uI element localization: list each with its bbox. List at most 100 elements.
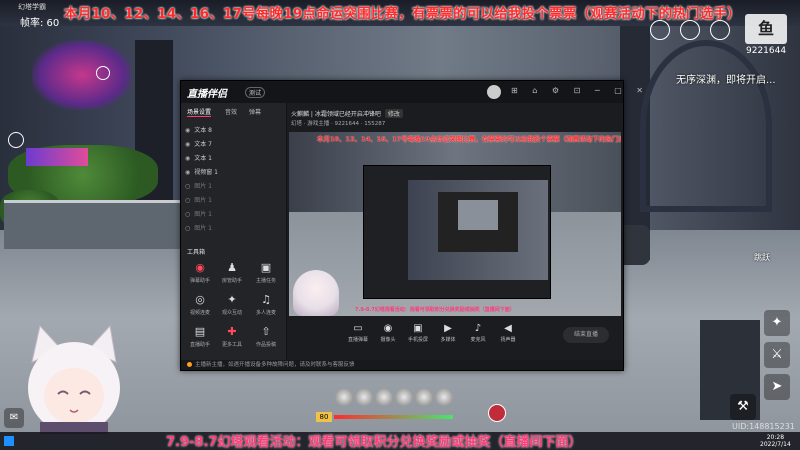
game-tab-label: 幻塔学霸 [18,3,46,11]
upload-icon: ⇧ [261,325,271,338]
top-marquee-banner: 本月10、12、14、16、17号每晚19点命运突围比赛，有票票的可以给我投个票… [64,6,741,22]
game-topleft: 幻塔学霸 帧率: 60 [0,0,60,30]
window-controls[interactable]: ⊞ ⌂ ⚙ ⊡ ─ ▢ ✕ [511,86,649,95]
tool-label: 作品投稿 [255,342,276,348]
eye-icon[interactable]: ○ [185,211,190,218]
layer-label: 图片 1 [194,183,212,190]
eye-icon[interactable]: ◉ [185,141,190,148]
clock-date: 2022/7/14 [760,441,791,448]
layer-item[interactable]: ○ 图片 1 [185,195,212,205]
stream-preview[interactable]: 本月10、12、14、16、17号每晚19点命运突围比赛，有票票的可以给我投个票… [289,132,621,316]
tool-label: 房管助手 [221,278,242,284]
hotbar-slot[interactable] [375,388,393,406]
layer-label: 图片 1 [194,197,212,204]
nested-preview [408,180,548,280]
vtuber-avatar [28,324,120,434]
nested-preview [438,192,518,252]
hotbar-slot[interactable] [335,388,353,406]
eye-icon[interactable]: ○ [185,225,190,232]
tool-tasks[interactable]: ▣ 主播任务 [253,261,279,289]
tool-label: 弹幕助手 [189,278,210,284]
speaker-icon: ◀ [504,323,512,334]
layer-item[interactable]: ○ 图片 1 [185,181,212,191]
player-uid: UID:148815231 [732,422,795,431]
skill-icon[interactable]: ✦ [764,310,790,336]
layer-item[interactable]: ○ 图片 1 [185,223,212,233]
dodge-icon[interactable]: ➤ [764,374,790,400]
end-live-button[interactable]: 结束直播 [563,327,609,343]
gear-icon[interactable] [8,132,24,148]
tool-video-link[interactable]: ◎ 视频连麦 [187,293,213,321]
tool-room-admin[interactable]: ♟ 房管助手 [219,261,245,289]
layer-item[interactable]: ◉ 视频窗 1 [185,167,218,177]
layer-item[interactable]: ◉ 文本 1 [185,153,212,163]
bottom-toolbar: ▭ 直播弹幕 ◉ 摄像头 ▣ 手机投屏 ▶ 多媒体 ♪ 麦克风 ◀ 扬声器 结束直播 [289,319,621,353]
app-logo-badge: 测试 [245,87,266,98]
tool-label: 主播任务 [255,278,276,284]
scene-panel: 场景设置 音效 弹幕 ◉ 文本 8 ◉ 文本 7 ◉ 文本 1 ◉ 视频窗 1 ○ 图片 … [181,103,287,360]
tool-label: 更多工具 [221,342,242,348]
menu-icon[interactable] [710,20,730,40]
media-button[interactable]: ▶ 多媒体 [433,323,463,343]
preview-banner: 本月10、12、14、16、17号每晚19点命运突围比赛，有票票的可以给我投个票… [317,135,621,143]
layer-item[interactable]: ◉ 文本 7 [185,139,212,149]
hotbar-slot[interactable] [355,388,373,406]
toolbox-title: 工具箱 [187,249,206,256]
tab-danmaku[interactable]: 弹幕 [249,107,261,116]
tool-upload[interactable]: ⇧ 作品投稿 [253,325,279,353]
potion-icon[interactable] [488,404,506,422]
button-label: 麦克风 [470,337,486,343]
windows-start-icon[interactable] [4,436,14,446]
sparkle-icon: ✦ [227,293,237,306]
jump-label: 跳跃 [754,253,770,262]
preview-bottom-banner: 7.9-8.7幻塔观看活动：观看可领取积分兑换奖励或抽奖（直播间下面） [355,307,515,313]
eye-icon[interactable]: ◉ [185,155,190,162]
eye-icon[interactable]: ◉ [185,127,190,134]
room-id: 9221644 [746,46,787,56]
bag-icon[interactable] [680,20,700,40]
eye-icon[interactable]: ○ [185,197,190,204]
hotbar-slot[interactable] [435,388,453,406]
health-bar: 80 [316,412,476,422]
user-avatar[interactable] [487,85,501,99]
layer-label: 文本 1 [194,155,212,162]
nested-preview [458,200,498,230]
scene-planter [4,200,180,249]
danmaku-button[interactable]: ▭ 直播弹幕 [343,323,373,343]
health-value: 80 [316,412,332,422]
hotbar-slot[interactable] [395,388,413,406]
live-companion-window[interactable]: 直播伴侣 测试 ⊞ ⌂ ⚙ ⊡ ─ ▢ ✕ 场景设置 音效 弹幕 ◉ 文本 8 ◉… [180,80,643,371]
helper-icon: ▤ [194,325,206,338]
tab-audio[interactable]: 音效 [225,107,237,116]
camera-button[interactable]: ◉ 摄像头 [373,323,403,343]
play-icon: ▶ [444,323,452,334]
tool-interaction[interactable]: ✦ 观众互动 [219,293,245,321]
hotbar-slot[interactable] [415,388,433,406]
layer-item[interactable]: ○ 图片 1 [185,209,212,219]
layer-item[interactable]: ◉ 文本 8 [185,125,212,135]
microphone-button[interactable]: ♪ 麦克风 [463,323,493,343]
tool-multi-link[interactable]: ♫ 多人连麦 [253,293,279,321]
stream-title-text: 火麒麟 | 冰霜领域已经开启冲锋吧 [291,111,381,118]
button-label: 摄像头 [380,337,396,343]
button-label: 手机投屏 [407,337,428,343]
button-label: 直播弹幕 [347,337,368,343]
edit-title-button[interactable]: 修改 [384,109,403,118]
weapon-icon[interactable]: ⚒ [730,394,756,420]
layer-label: 视频窗 1 [194,169,218,176]
sun-icon [96,66,110,80]
tool-more[interactable]: ✚ 更多工具 [219,325,245,353]
app-titlebar: 直播伴侣 测试 ⊞ ⌂ ⚙ ⊡ ─ ▢ ✕ [181,81,643,103]
phone-cast-button[interactable]: ▣ 手机投屏 [403,323,433,343]
tool-live-helper[interactable]: ▤ 直播助手 [187,325,213,353]
map-icon[interactable] [650,20,670,40]
attack-icon[interactable]: ⚔ [764,342,790,368]
eye-icon[interactable]: ○ [185,183,190,190]
layer-label: 图片 1 [194,211,212,218]
button-label: 扬声器 [500,337,516,343]
tab-scene[interactable]: 场景设置 [187,107,212,117]
tool-danmaku-helper[interactable]: ◉ 弹幕助手 [187,261,213,289]
status-bar: 主播新主播，如遇开播设备多种故障问题，请及时联系与客服反馈 [181,360,623,370]
eye-icon[interactable]: ◉ [185,169,190,176]
speaker-button[interactable]: ◀ 扬声器 [493,323,523,343]
